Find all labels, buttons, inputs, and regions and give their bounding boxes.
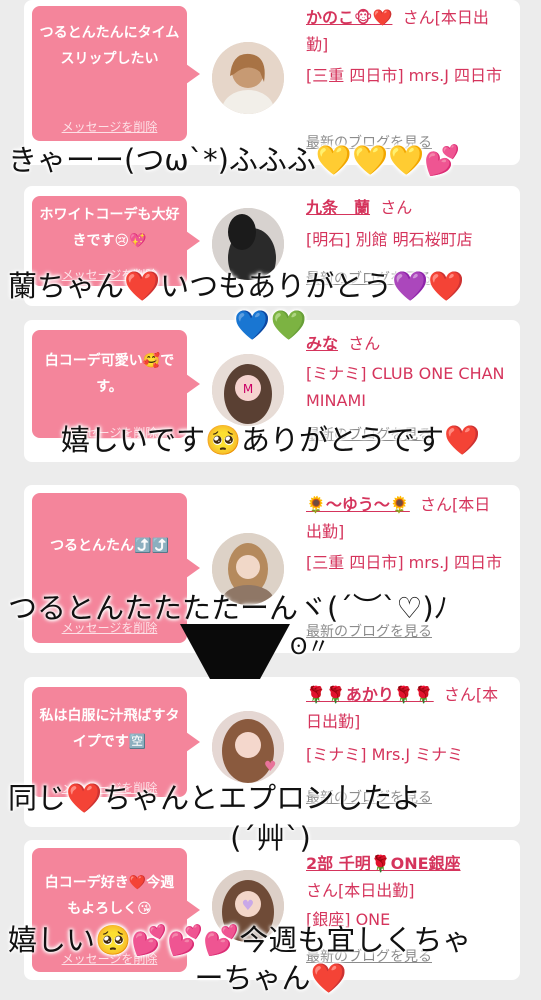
reply-comment: 蘭ちゃん❤️いつもありがとう💜❤️ [8, 269, 465, 303]
cast-status: さん [380, 198, 413, 217]
cast-name[interactable]: 🌹🌹あかり🌹🌹 [306, 685, 434, 704]
cast-name[interactable]: 九条 蘭 [306, 198, 370, 217]
avatar[interactable] [212, 42, 284, 114]
reply-comment: 💙💚 [234, 308, 307, 342]
reply-comment: ʘ〃 [290, 635, 330, 660]
message-text: 白コーデ可愛い🥰です。 [44, 353, 175, 395]
reply-comment: 同じ❤️ちゃんとエプロンしたよ [8, 781, 422, 815]
reply-comment: ーちゃん❤️ [194, 961, 347, 995]
cast-name-line[interactable]: 九条 蘭 さん [306, 194, 506, 221]
message-text: 私は白服に汁飛ばすタイプです🈳 [39, 708, 180, 750]
cast-name-line[interactable]: 🌻〜ゆう〜🌻 さん[本日出勤] [306, 491, 506, 545]
shop-area: [ミナミ] CLUB ONE CHAN MINAMI [306, 364, 505, 410]
cast-name[interactable]: 🌻〜ゆう〜🌻 [306, 495, 410, 514]
message-text: つるとんたんにタイムスリップしたい [39, 25, 180, 67]
message-text: ホワイトコーデも大好きです😢💖 [39, 207, 180, 249]
reply-comment: (´艸`) [230, 821, 311, 855]
svg-text:M: M [243, 382, 253, 396]
avatar[interactable]: M [212, 354, 284, 426]
cast-status: さん[本日出勤] [306, 881, 415, 900]
funnel-decoration [180, 624, 290, 679]
avatar[interactable]: ♥ [212, 711, 284, 783]
delete-message-link[interactable]: メッセージを削除 [32, 118, 187, 135]
svg-text:♥: ♥ [242, 898, 255, 914]
shop-area: [ミナミ] Mrs.J ミナミ [306, 745, 464, 764]
reply-comment: つるとんたたたたーんヾ(´︶`♡)ﾉ [8, 591, 449, 625]
svg-text:♥: ♥ [264, 759, 277, 775]
cast-name-line[interactable]: 2部 千明🌹ONE銀座 さん[本日出勤] [306, 850, 506, 904]
cast-name[interactable]: かのこ🐵❤️ [306, 8, 392, 27]
cast-name-line[interactable]: 🌹🌹あかり🌹🌹 さん[本日出勤] [306, 681, 506, 735]
message-text: つるとんたん⤴️⤴️ [50, 538, 169, 554]
reply-comment: 嬉しい🥺💕💕💕今週も宜しくちゃ [8, 923, 472, 957]
reply-comment: きゃーー(つω`*)ふふふ💛💛💛💕 [8, 143, 461, 177]
cast-name-line[interactable]: かのこ🐵❤️ さん[本日出勤] [306, 4, 506, 58]
reply-comment: 嬉しいです🥺ありがとうです❤️ [60, 423, 481, 457]
shop-area: [三重 四日市] mrs.J 四日市 [306, 66, 503, 85]
shop-area: [明石] 別館 明石桜町店 [306, 230, 473, 249]
message-bubble: つるとんたんにタイムスリップしたい メッセージを削除 [32, 6, 200, 141]
message-text: 白コーデ好き❤️今週もよろしく😘 [44, 875, 175, 917]
shop-area: [三重 四日市] mrs.J 四日市 [306, 553, 503, 572]
